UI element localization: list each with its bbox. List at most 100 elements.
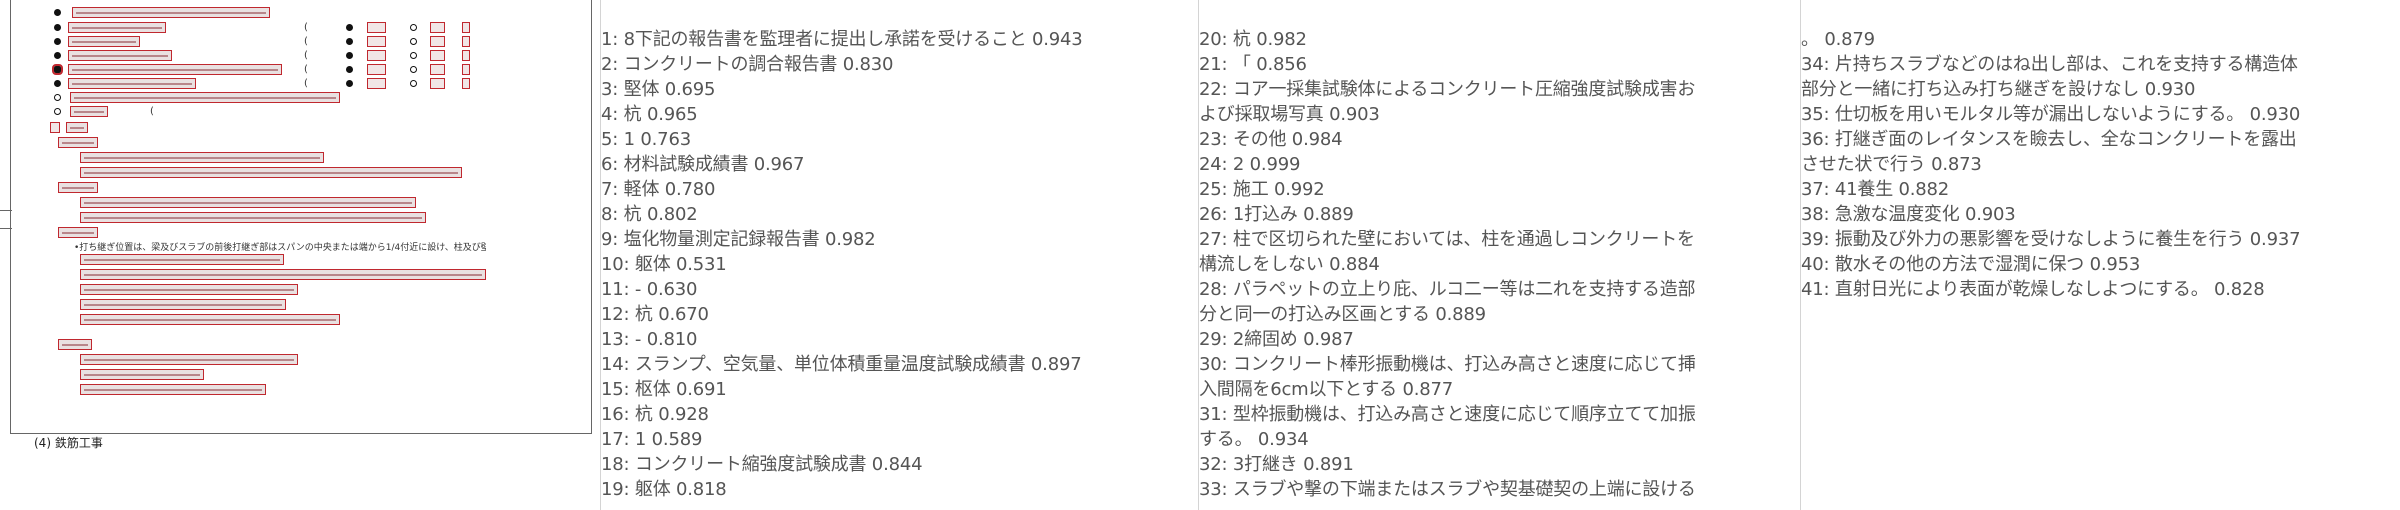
bullet-marker xyxy=(410,52,417,59)
ocr-result-line: 20: 杭 0.982 xyxy=(1199,29,1307,50)
ocr-result-line: させた状で行う 0.873 xyxy=(1801,154,1982,175)
ocr-result-line: 8: 杭 0.802 xyxy=(601,204,698,225)
text-line-box xyxy=(70,92,340,103)
bullet-marker xyxy=(346,80,353,87)
ocr-result-line: 6: 材料試験成績書 0.967 xyxy=(601,154,805,175)
document-footer-text: (4) 鉄筋工事 xyxy=(34,436,103,450)
ocr-result-line: 22: コア一採集試験体によるコンクリート圧縮強度試験成害お xyxy=(1199,79,1696,100)
text-line-box xyxy=(430,36,445,47)
bullet-marker xyxy=(346,38,353,45)
ocr-result-line: 16: 杭 0.928 xyxy=(601,404,709,425)
bullet-marker xyxy=(346,66,353,73)
text-line-box xyxy=(80,269,486,280)
text-line-box xyxy=(72,7,270,18)
text-line-box xyxy=(462,50,470,61)
ocr-result-line: 21: 「 0.856 xyxy=(1199,54,1307,75)
ocr-result-line: よび採取場写真 0.903 xyxy=(1199,104,1380,125)
paren-mark: ( xyxy=(304,78,308,89)
text-line-box xyxy=(462,78,470,89)
text-line-box xyxy=(80,212,426,223)
text-line-box xyxy=(80,254,284,265)
bullet-marker xyxy=(52,64,63,75)
text-line-box xyxy=(80,354,298,365)
ocr-result-line: 。 0.879 xyxy=(1801,29,1875,50)
text-line-box xyxy=(50,122,60,133)
ocr-result-line: 31: 型枠振動機は、打込み高さと速度に応じて順序立てて加振 xyxy=(1199,404,1696,425)
paren-mark: ( xyxy=(304,22,308,33)
ocr-result-line: 1: 8下記の報告書を監理者に提出し承諾を受けること 0.943 xyxy=(601,29,1083,50)
ocr-result-line: 33: スラブや撃の下端またはスラブや契基礎契の上端に設ける xyxy=(1199,479,1696,500)
ocr-result-line: 24: 2 0.999 xyxy=(1199,154,1301,175)
text-line-box xyxy=(80,167,462,178)
ocr-result-line: 39: 振動及び外力の悪影響を受けなしように養生を行う 0.937 xyxy=(1801,229,2301,250)
text-line-box xyxy=(80,369,204,380)
bullet-marker xyxy=(346,52,353,59)
text-line-box xyxy=(367,64,386,75)
bullet-marker xyxy=(54,94,61,101)
text-line-box xyxy=(430,78,445,89)
ocr-result-line: 30: コンクリート棒形振動機は、打込み高さと速度に応じて挿 xyxy=(1199,354,1696,375)
text-line-box xyxy=(58,182,98,193)
bullet-marker xyxy=(410,66,417,73)
ocr-result-line: 入間隔を6cm以下とする 0.877 xyxy=(1199,379,1453,400)
ocr-result-line: 19: 躯体 0.818 xyxy=(601,479,727,500)
bullet-marker xyxy=(54,52,61,59)
ocr-results-column-3: 。 0.879 34: 片持ちスラブなどのはね出し部は、これを支持する構造体 部分と… xyxy=(1801,0,2400,510)
text-line-box xyxy=(58,137,98,148)
text-line-box xyxy=(462,64,470,75)
text-line-box xyxy=(462,22,470,33)
ocr-result-line: 27: 柱で区切られた壁においては、柱を通過しコンクリートを xyxy=(1199,229,1695,250)
text-line-box xyxy=(80,314,340,325)
unannotated-text: •打ち継ぎ位置は、梁及びスラブの前後打継ぎ部はスパンの中央または端から1/4付近… xyxy=(74,243,486,253)
bullet-marker xyxy=(410,24,417,31)
ocr-result-line: 12: 杭 0.670 xyxy=(601,304,709,325)
text-line-box xyxy=(80,284,298,295)
text-line-box xyxy=(367,78,386,89)
ocr-result-line: 5: 1 0.763 xyxy=(601,129,691,150)
paren-mark: ( xyxy=(150,106,154,117)
paren-mark: ( xyxy=(304,50,308,61)
text-line-box xyxy=(462,36,470,47)
ocr-result-line: 34: 片持ちスラブなどのはね出し部は、これを支持する構造体 xyxy=(1801,54,2298,75)
bullet-marker xyxy=(54,108,61,115)
ocr-result-line: 32: 3打継き 0.891 xyxy=(1199,454,1354,475)
text-line-box xyxy=(80,197,416,208)
text-line-box xyxy=(80,299,286,310)
ocr-result-line: 7: 軽体 0.780 xyxy=(601,179,716,200)
text-line-box xyxy=(367,50,386,61)
ocr-result-line: 28: パラペットの立上り庇、ルコ二ー等は二れを支持する造部 xyxy=(1199,279,1696,300)
ocr-result-line: 15: 枢体 0.691 xyxy=(601,379,727,400)
ocr-result-line: 37: 41養生 0.882 xyxy=(1801,179,1950,200)
text-line-box xyxy=(367,22,386,33)
text-line-box xyxy=(58,339,92,350)
ocr-result-line: 17: 1 0.589 xyxy=(601,429,703,450)
text-line-box xyxy=(68,36,140,47)
ocr-result-line: 3: 堅体 0.695 xyxy=(601,79,716,100)
text-line-box xyxy=(68,22,166,33)
ocr-result-line: 10: 躯体 0.531 xyxy=(601,254,727,275)
ocr-result-line: 9: 塩化物量測定記録報告書 0.982 xyxy=(601,229,876,250)
ocr-result-line: 分と同一の打込み区画とする 0.889 xyxy=(1199,304,1486,325)
document-margin-line xyxy=(0,228,12,229)
paren-mark: ( xyxy=(304,36,308,47)
ocr-result-line: 25: 施工 0.992 xyxy=(1199,179,1325,200)
text-line-box xyxy=(58,227,98,238)
text-line-box xyxy=(430,50,445,61)
ocr-result-line: 13: - 0.810 xyxy=(601,329,698,350)
text-line-box xyxy=(80,152,324,163)
ocr-result-line: 41: 直射日光により表面が乾燥しなしよつにする。 0.828 xyxy=(1801,279,2265,300)
ocr-result-line: 38: 急激な温度変化 0.903 xyxy=(1801,204,2016,225)
ocr-result-line: 23: その他 0.984 xyxy=(1199,129,1343,150)
bullet-marker xyxy=(410,80,417,87)
ocr-result-line: 2: コンクリートの調合報告書 0.830 xyxy=(601,54,894,75)
ocr-result-line: 18: コンクリート縮強度試験成書 0.844 xyxy=(601,454,923,475)
text-line-box xyxy=(430,64,445,75)
ocr-result-line: する。 0.934 xyxy=(1199,429,1309,450)
text-line-box xyxy=(68,50,172,61)
ocr-results-column-1: 1: 8下記の報告書を監理者に提出し承諾を受けること 0.943 2: コンクリー… xyxy=(601,0,1198,510)
ocr-result-line: 11: - 0.630 xyxy=(601,279,698,300)
text-line-box xyxy=(66,122,88,133)
bullet-marker xyxy=(54,38,61,45)
ocr-result-line: 40: 散水その他の方法で湿潤に保つ 0.953 xyxy=(1801,254,2141,275)
bullet-marker xyxy=(54,80,61,87)
